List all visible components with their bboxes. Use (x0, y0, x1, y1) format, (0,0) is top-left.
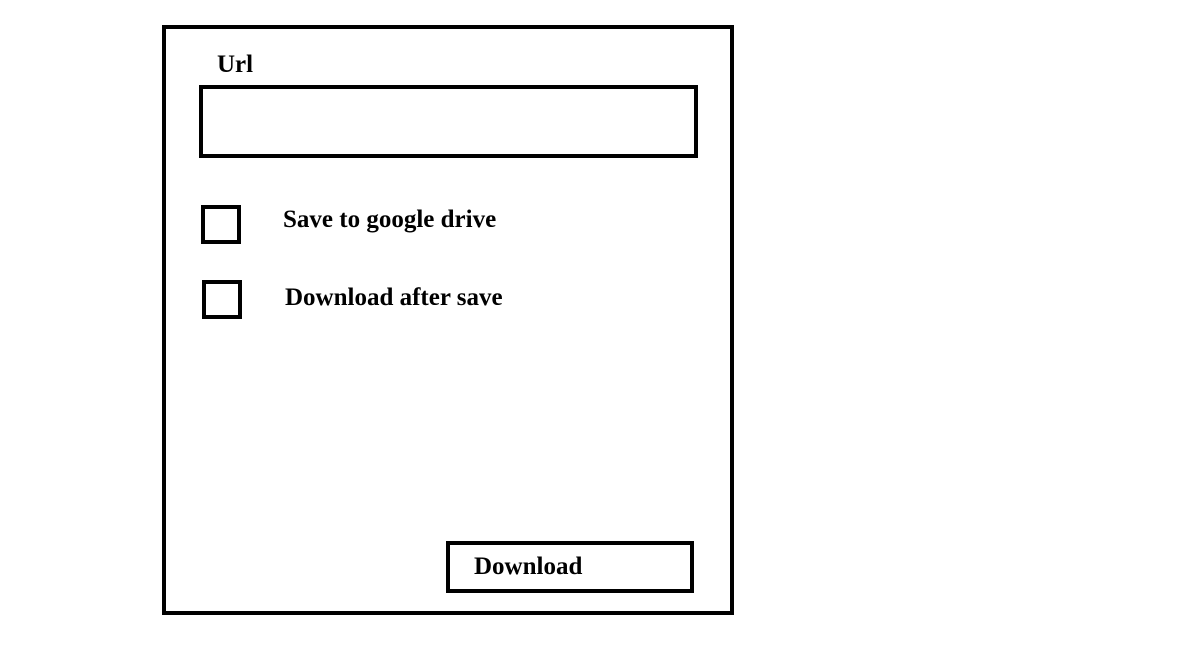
download-form-panel: Url Save to google drive Download after … (162, 25, 734, 615)
download-after-save-label: Download after save (285, 284, 503, 311)
download-button-label: Download (474, 553, 583, 580)
save-to-google-drive-checkbox[interactable] (201, 205, 241, 244)
save-to-google-drive-label: Save to google drive (283, 206, 497, 233)
url-input[interactable] (199, 85, 698, 158)
url-label: Url (217, 51, 254, 78)
download-after-save-checkbox[interactable] (202, 280, 242, 319)
download-button[interactable]: Download (446, 541, 694, 593)
